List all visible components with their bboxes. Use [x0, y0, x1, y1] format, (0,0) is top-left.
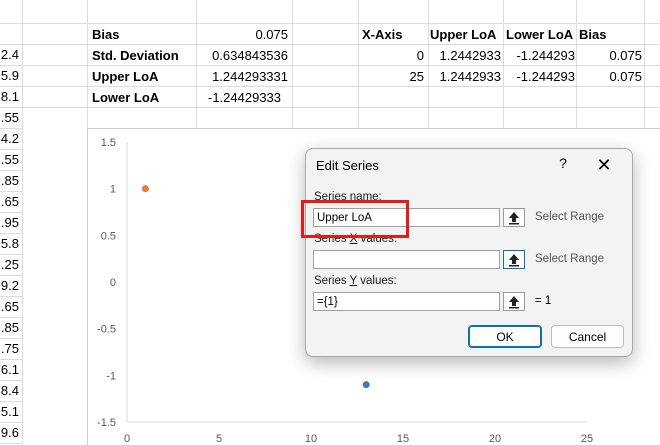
select-range-text: Select Range: [535, 253, 605, 265]
table-cell[interactable]: 5.9: [0, 65, 19, 86]
y-tick-label: -1: [106, 370, 116, 382]
x-tick-label: 20: [489, 433, 501, 445]
stat-value-std[interactable]: 0.634843536: [198, 45, 288, 66]
select-range-text: Select Range: [535, 211, 605, 223]
stat-label-bias[interactable]: Bias: [92, 24, 192, 45]
x-tick-label: 5: [216, 433, 222, 445]
y-values-result: = 1: [535, 295, 552, 307]
x-tick-label: 15: [397, 433, 409, 445]
x-tick-label: 0: [124, 433, 130, 445]
table-cell[interactable]: .85: [0, 170, 19, 191]
table-cell[interactable]: .55: [0, 149, 19, 170]
stat-value-upper[interactable]: 1.244293331: [198, 66, 288, 87]
table-cell[interactable]: 1.2442933: [430, 45, 501, 66]
table-cell[interactable]: 9.6: [0, 422, 19, 443]
cancel-button[interactable]: Cancel: [551, 325, 624, 348]
table-cell[interactable]: .65: [0, 296, 19, 317]
y-tick-label: -0.5: [97, 324, 116, 336]
range-select-icon: [509, 296, 519, 309]
table-cell[interactable]: .75: [0, 338, 19, 359]
help-icon[interactable]: ?: [553, 155, 573, 175]
y-tick-label: -1.5: [97, 417, 116, 429]
table-cell[interactable]: .85: [0, 317, 19, 338]
series-y-values-label: Series Y values:: [314, 275, 397, 287]
range-select-icon: [509, 212, 519, 225]
x-tick-label: 25: [581, 433, 593, 445]
table-header-lower[interactable]: Lower LoA: [506, 24, 576, 45]
stat-value-lower[interactable]: -1.24429333: [208, 87, 292, 108]
table-cell[interactable]: 8.4: [0, 380, 19, 401]
table-cell[interactable]: 2.4: [0, 44, 19, 65]
table-cell[interactable]: 1.2442933: [430, 66, 501, 87]
table-header-upper[interactable]: Upper LoA: [430, 24, 502, 45]
series-x-values-input[interactable]: [313, 250, 500, 269]
y-tick-label: 0.5: [101, 230, 116, 242]
stat-label-upper[interactable]: Upper LoA: [92, 66, 192, 87]
data-point: [141, 185, 149, 193]
stat-value-bias[interactable]: 0.075: [198, 24, 288, 45]
table-cell[interactable]: .55: [0, 107, 19, 128]
series-y-values-input[interactable]: ={1}: [313, 292, 500, 311]
collapse-dialog-button-name[interactable]: [503, 208, 525, 227]
table-cell[interactable]: .95: [0, 212, 19, 233]
collapse-dialog-button-y[interactable]: [503, 292, 525, 311]
x-tick-label: 10: [305, 433, 317, 445]
collapse-dialog-button-x[interactable]: [503, 250, 525, 269]
table-header-bias[interactable]: Bias: [579, 24, 643, 45]
table-cell[interactable]: 25: [360, 66, 424, 87]
table-cell[interactable]: 8.1: [0, 86, 19, 107]
table-cell[interactable]: 0.075: [578, 45, 642, 66]
table-cell[interactable]: 5.1: [0, 401, 19, 422]
data-point: [362, 381, 370, 389]
table-cell[interactable]: 0.075: [578, 66, 642, 87]
table-cell[interactable]: 6.1: [0, 359, 19, 380]
stat-label-std[interactable]: Std. Deviation: [92, 45, 192, 66]
highlight-box: [301, 200, 409, 238]
ok-button[interactable]: OK: [468, 325, 542, 348]
y-tick-label: 0: [110, 277, 116, 289]
y-tick-label: 1: [110, 184, 116, 196]
table-cell[interactable]: -1.244293: [505, 66, 575, 87]
table-cell[interactable]: .25: [0, 254, 19, 275]
table-cell[interactable]: 0: [360, 45, 424, 66]
table-cell[interactable]: -1.244293: [505, 45, 575, 66]
table-cell[interactable]: 9.2: [0, 275, 19, 296]
table-cell[interactable]: 4.2: [0, 128, 19, 149]
stat-label-lower[interactable]: Lower LoA: [92, 87, 192, 108]
y-tick-label: 1.5: [101, 137, 116, 149]
edit-series-dialog: Edit Series ? ✕ Series name: Upper LoA S…: [305, 148, 633, 357]
dialog-title: Edit Series: [316, 158, 379, 173]
range-select-icon: [509, 254, 519, 267]
close-icon[interactable]: ✕: [592, 153, 616, 177]
table-cell[interactable]: .65: [0, 191, 19, 212]
table-cell[interactable]: 5.8: [0, 233, 19, 254]
table-header-xaxis[interactable]: X-Axis: [362, 24, 426, 45]
